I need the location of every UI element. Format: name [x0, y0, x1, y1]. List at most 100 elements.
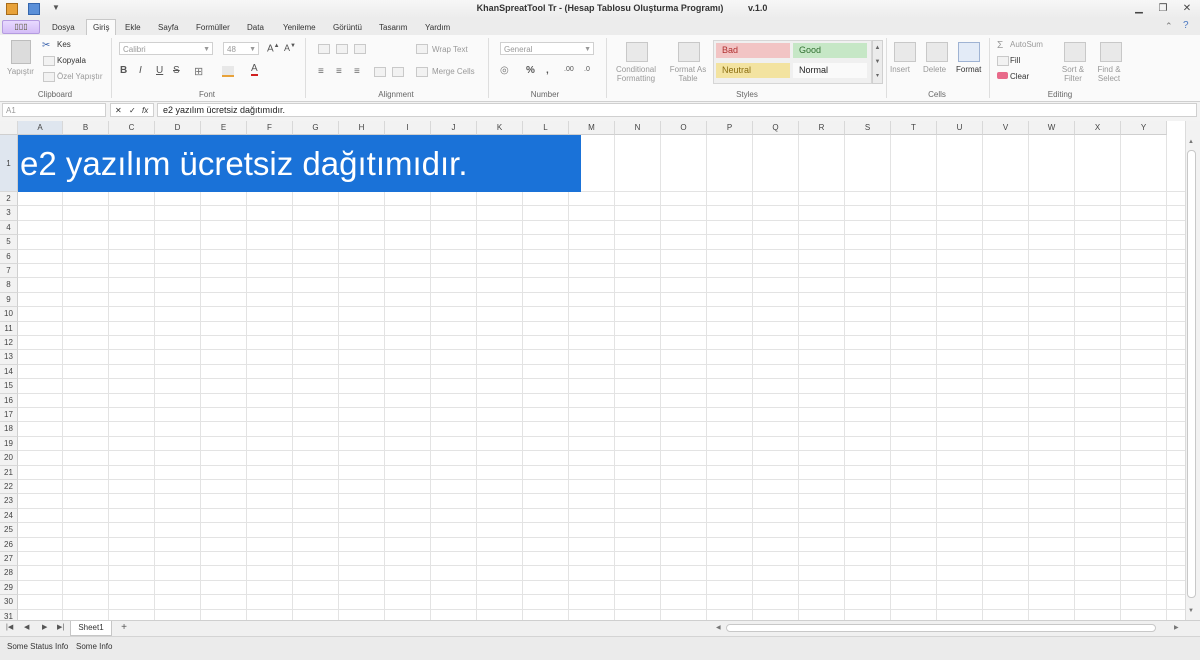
row-header-1[interactable]: 1	[0, 135, 18, 192]
row-header-31[interactable]: 31	[0, 609, 18, 620]
row-header-25[interactable]: 25	[0, 523, 18, 538]
column-header-i[interactable]: I	[385, 121, 431, 135]
column-header-v[interactable]: V	[983, 121, 1029, 135]
row-header-19[interactable]: 19	[0, 436, 18, 452]
first-sheet-icon[interactable]: |◀	[6, 623, 13, 631]
row-header-24[interactable]: 24	[0, 508, 18, 524]
enter-icon[interactable]: ✓	[129, 104, 136, 118]
fill-color-icon[interactable]	[222, 66, 234, 77]
font-color-icon[interactable]: A	[251, 64, 258, 76]
align-center-icon[interactable]: ≡	[336, 66, 342, 77]
style-bad[interactable]: Bad	[716, 43, 790, 58]
column-header-m[interactable]: M	[569, 121, 615, 135]
row-header-28[interactable]: 28	[0, 566, 18, 581]
add-sheet-button[interactable]: +	[113, 621, 135, 635]
row-header-13[interactable]: 13	[0, 350, 18, 365]
align-left-icon[interactable]: ≡	[318, 66, 324, 77]
conditional-formatting-button[interactable]: Conditional Formatting	[612, 65, 660, 83]
tab-tasarim[interactable]: Tasarım	[373, 20, 413, 35]
prev-sheet-icon[interactable]: ◀	[24, 623, 29, 631]
spreadsheet-grid[interactable]: ABCDEFGHIJKLMNOPQRSTUVWXY 1 2 3 4 5 6 7 8 9 10 11 1…	[0, 121, 1185, 620]
borders-icon[interactable]: ⊞	[194, 65, 203, 78]
column-header-n[interactable]: N	[615, 121, 661, 135]
tab-ekle[interactable]: Ekle	[119, 20, 147, 35]
clear-button[interactable]: Clear	[1010, 72, 1029, 81]
row-header-29[interactable]: 29	[0, 580, 18, 596]
align-bottom-icon[interactable]	[354, 44, 366, 54]
row-header-11[interactable]: 11	[0, 321, 18, 336]
decrease-indent-icon[interactable]	[374, 67, 386, 77]
tab-sayfa[interactable]: Sayfa	[152, 20, 184, 35]
column-header-l[interactable]: L	[523, 121, 569, 135]
align-right-icon[interactable]: ≡	[354, 66, 360, 77]
increase-indent-icon[interactable]	[392, 67, 404, 77]
column-header-e[interactable]: E	[201, 121, 247, 135]
find-select-button[interactable]: Find & Select	[1092, 65, 1126, 83]
row-header-2[interactable]: 2	[0, 192, 18, 207]
shrink-font-icon[interactable]: A▼	[284, 43, 296, 53]
align-middle-icon[interactable]	[336, 44, 348, 54]
grow-font-icon[interactable]: A▲	[267, 43, 280, 54]
styles-scroll-icon[interactable]: ▲ ▼ ▾	[872, 40, 883, 84]
currency-icon[interactable]: ◎	[500, 65, 509, 76]
vertical-scroll-thumb[interactable]	[1187, 150, 1196, 598]
row-header-18[interactable]: 18	[0, 422, 18, 437]
bold-icon[interactable]: B	[120, 65, 127, 76]
number-format-select[interactable]: General ▼	[500, 42, 594, 55]
column-header-d[interactable]: D	[155, 121, 201, 135]
sort-filter-button[interactable]: Sort & Filter	[1056, 65, 1090, 83]
column-header-s[interactable]: S	[845, 121, 891, 135]
close-button[interactable]: ✕	[1178, 2, 1196, 16]
wrap-text-button[interactable]: Wrap Text	[432, 45, 468, 54]
restore-button[interactable]: ❐	[1154, 2, 1172, 16]
column-header-q[interactable]: Q	[753, 121, 799, 135]
column-header-p[interactable]: P	[707, 121, 753, 135]
font-family-select[interactable]: Calibri ▼	[119, 42, 213, 55]
row-header-16[interactable]: 16	[0, 393, 18, 408]
tab-yenileme[interactable]: Yenileme	[277, 20, 322, 35]
column-header-c[interactable]: C	[109, 121, 155, 135]
comma-style-icon[interactable]: ,	[546, 65, 549, 76]
fx-icon[interactable]: fx	[142, 104, 148, 118]
strikethrough-icon[interactable]: S	[173, 65, 180, 76]
column-header-u[interactable]: U	[937, 121, 983, 135]
delete-button[interactable]: Delete	[923, 65, 946, 74]
row-header-8[interactable]: 8	[0, 278, 18, 293]
row-header-22[interactable]: 22	[0, 480, 18, 495]
decrease-decimal-icon[interactable]: .0	[584, 66, 590, 73]
cell-a1[interactable]: e2 yazılım ücretsiz dağıtımıdır.	[18, 135, 581, 192]
column-header-b[interactable]: B	[63, 121, 109, 135]
row-header-15[interactable]: 15	[0, 379, 18, 394]
row-header-9[interactable]: 9	[0, 292, 18, 308]
paste-button[interactable]: Yapıştır	[7, 67, 34, 76]
percent-icon[interactable]: %	[526, 65, 535, 76]
cancel-icon[interactable]: ✕	[115, 104, 122, 118]
column-header-j[interactable]: J	[431, 121, 477, 135]
style-good[interactable]: Good	[793, 43, 867, 58]
app-menu-button[interactable]: ▯▯▯	[2, 20, 40, 34]
column-header-h[interactable]: H	[339, 121, 385, 135]
tab-goruntu[interactable]: Görüntü	[327, 20, 368, 35]
tab-formuller[interactable]: Formüller	[190, 20, 236, 35]
minimize-button[interactable]: ▁	[1130, 2, 1148, 16]
merge-cells-button[interactable]: Merge Cells	[432, 67, 475, 76]
row-header-26[interactable]: 26	[0, 537, 18, 552]
row-header-17[interactable]: 17	[0, 408, 18, 423]
help-icon[interactable]: ?	[1183, 20, 1189, 31]
paste-special-button[interactable]: Özel Yapıştır	[57, 72, 103, 81]
underline-icon[interactable]: U	[156, 65, 163, 76]
increase-decimal-icon[interactable]: .00	[564, 66, 574, 73]
row-header-5[interactable]: 5	[0, 235, 18, 250]
format-as-table-button[interactable]: Format As Table	[664, 65, 712, 83]
row-header-4[interactable]: 4	[0, 220, 18, 236]
row-header-12[interactable]: 12	[0, 336, 18, 351]
row-header-30[interactable]: 30	[0, 595, 18, 610]
scroll-left-icon[interactable]: ◀	[716, 624, 721, 631]
column-header-a[interactable]: A	[18, 121, 63, 135]
column-header-x[interactable]: X	[1075, 121, 1121, 135]
format-button[interactable]: Format	[956, 65, 981, 74]
style-neutral[interactable]: Neutral	[716, 63, 790, 78]
formula-input[interactable]: e2 yazılım ücretsiz dağıtımıdır.	[157, 103, 1197, 117]
column-header-y[interactable]: Y	[1121, 121, 1167, 135]
horizontal-scroll-thumb[interactable]	[726, 624, 1156, 632]
